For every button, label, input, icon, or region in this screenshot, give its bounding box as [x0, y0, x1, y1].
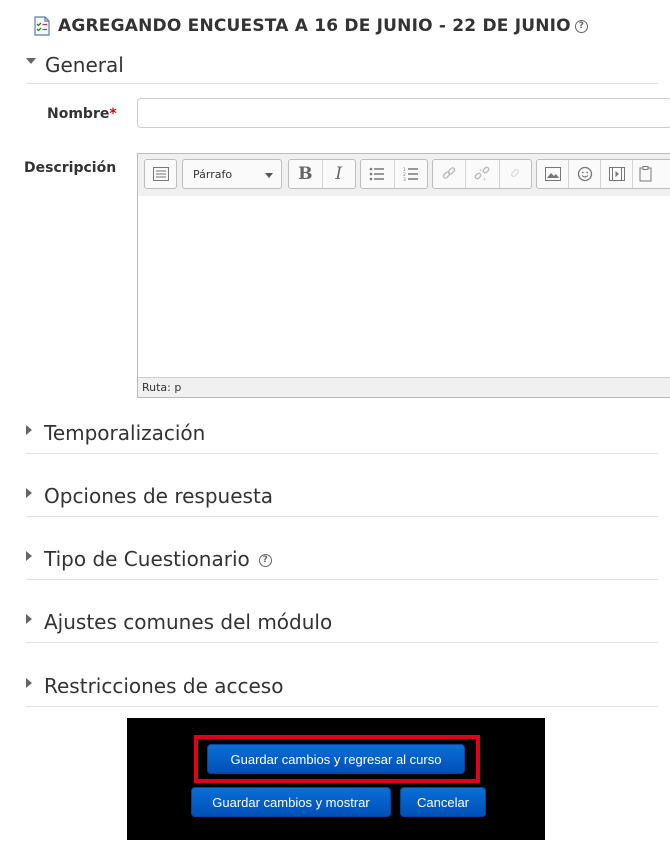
toolbar-toggle-group	[144, 159, 177, 189]
numbered-list-icon[interactable]: 123	[395, 160, 428, 188]
unlink-icon[interactable]	[466, 160, 500, 188]
section-ajustes-label: Ajustes comunes del módulo	[44, 609, 333, 634]
editor-status-path: Ruta: p	[138, 377, 670, 397]
section-opciones-respuesta[interactable]: Opciones de respuesta	[26, 475, 658, 517]
bold-button[interactable]: B	[289, 160, 323, 188]
nombre-label-text: Nombre	[47, 106, 110, 122]
survey-module-icon	[34, 16, 50, 36]
media-icon[interactable]	[601, 160, 634, 188]
collapse-triangle-icon	[26, 57, 36, 64]
image-icon[interactable]	[537, 160, 570, 188]
emoticon-icon[interactable]	[569, 160, 602, 188]
svg-text:3: 3	[403, 177, 406, 181]
expand-triangle-icon	[26, 487, 32, 498]
page-title: AGREGANDO ENCUESTA A 16 DE JUNIO - 22 DE…	[58, 16, 571, 36]
section-general[interactable]: General	[26, 46, 658, 84]
help-icon[interactable]: ?	[574, 19, 588, 33]
expand-triangle-icon	[26, 424, 32, 435]
save-and-return-button[interactable]: Guardar cambios y regresar al curso	[207, 744, 465, 774]
nombre-label: Nombre*	[47, 106, 117, 122]
expand-triangle-icon	[26, 677, 32, 688]
section-general-label: General	[45, 52, 124, 77]
required-marker: *	[109, 106, 117, 122]
section-restricciones-acceso[interactable]: Restricciones de acceso	[26, 665, 658, 707]
chevron-down-icon	[265, 173, 273, 178]
description-editor: Párrafo B I 123 Ruta: p	[137, 153, 670, 398]
section-tipo-label: Tipo de Cuestionario	[44, 546, 250, 571]
link-icon[interactable]	[433, 160, 467, 188]
section-restricciones-label: Restricciones de acceso	[44, 673, 284, 698]
italic-button[interactable]: I	[323, 160, 356, 188]
anchor-icon[interactable]	[500, 160, 531, 188]
paragraph-format-select[interactable]: Párrafo	[182, 159, 282, 189]
descripcion-label: Descripción	[24, 160, 117, 176]
bullet-list-icon[interactable]	[361, 160, 395, 188]
link-group	[432, 159, 532, 189]
section-tipo-cuestionario[interactable]: Tipo de Cuestionario ?	[26, 538, 658, 580]
expand-triangle-icon	[26, 613, 32, 624]
nombre-input[interactable]	[137, 98, 670, 128]
page-header: AGREGANDO ENCUESTA A 16 DE JUNIO - 22 DE…	[32, 12, 588, 40]
section-temporalizacion-label: Temporalización	[44, 420, 206, 445]
paste-icon[interactable]	[633, 160, 670, 188]
form-buttons-panel: Guardar cambios y regresar al curso Guar…	[127, 718, 545, 840]
section-opciones-label: Opciones de respuesta	[44, 483, 274, 508]
help-icon[interactable]: ?	[258, 554, 272, 567]
save-and-show-button[interactable]: Guardar cambios y mostrar	[191, 787, 391, 817]
expand-triangle-icon	[26, 550, 32, 561]
list-group: 123	[360, 159, 428, 189]
text-style-group: B I	[288, 159, 356, 189]
toolbar-toggle-icon[interactable]	[145, 160, 176, 188]
paragraph-format-value: Párrafo	[193, 167, 233, 181]
section-temporalizacion[interactable]: Temporalización	[26, 412, 658, 454]
editor-toolbar: Párrafo B I 123	[138, 154, 670, 197]
editor-content-area[interactable]	[138, 196, 670, 377]
section-ajustes-comunes[interactable]: Ajustes comunes del módulo	[26, 601, 658, 643]
cancel-button[interactable]: Cancelar	[400, 787, 486, 817]
media-group	[536, 159, 670, 189]
